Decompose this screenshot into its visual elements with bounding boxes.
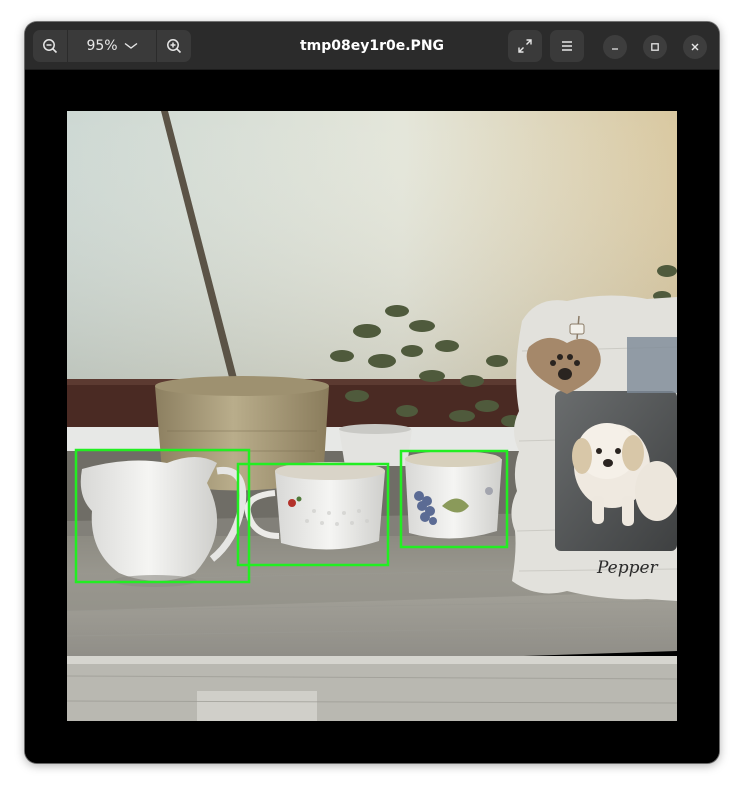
zoom-in-button[interactable] (157, 30, 191, 62)
fullscreen-icon (518, 39, 532, 53)
zoom-controls: 95% (33, 30, 191, 62)
maximize-icon (651, 43, 659, 51)
frame-caption: Pepper (596, 558, 659, 578)
grape-pattern-pot (405, 451, 502, 539)
close-icon (691, 43, 699, 51)
maximize-button[interactable] (643, 35, 667, 59)
fullscreen-button[interactable] (508, 30, 542, 62)
zoom-out-button[interactable] (33, 30, 67, 62)
minimize-button[interactable] (603, 35, 627, 59)
displayed-photo: Pepper (67, 111, 677, 721)
zoom-level-dropdown[interactable]: 95% (68, 30, 156, 62)
main-menu-button[interactable] (550, 30, 584, 62)
close-button[interactable] (683, 35, 707, 59)
minimize-icon (612, 48, 618, 50)
zoom-level-value: 95% (86, 38, 118, 54)
hamburger-menu-icon (562, 41, 572, 51)
table-edge (67, 656, 677, 721)
photo-scene: Pepper (67, 111, 677, 721)
image-canvas[interactable]: Pepper (25, 70, 719, 763)
zoom-in-icon (167, 39, 182, 54)
picture-frame: Pepper (511, 295, 677, 601)
chevron-down-icon (124, 42, 137, 49)
zoom-out-icon (43, 39, 58, 54)
header-bar: 95% tmp08ey1r0e.PNG (25, 22, 719, 70)
image-viewer-window: 95% tmp08ey1r0e.PNG Pepper (25, 22, 719, 763)
